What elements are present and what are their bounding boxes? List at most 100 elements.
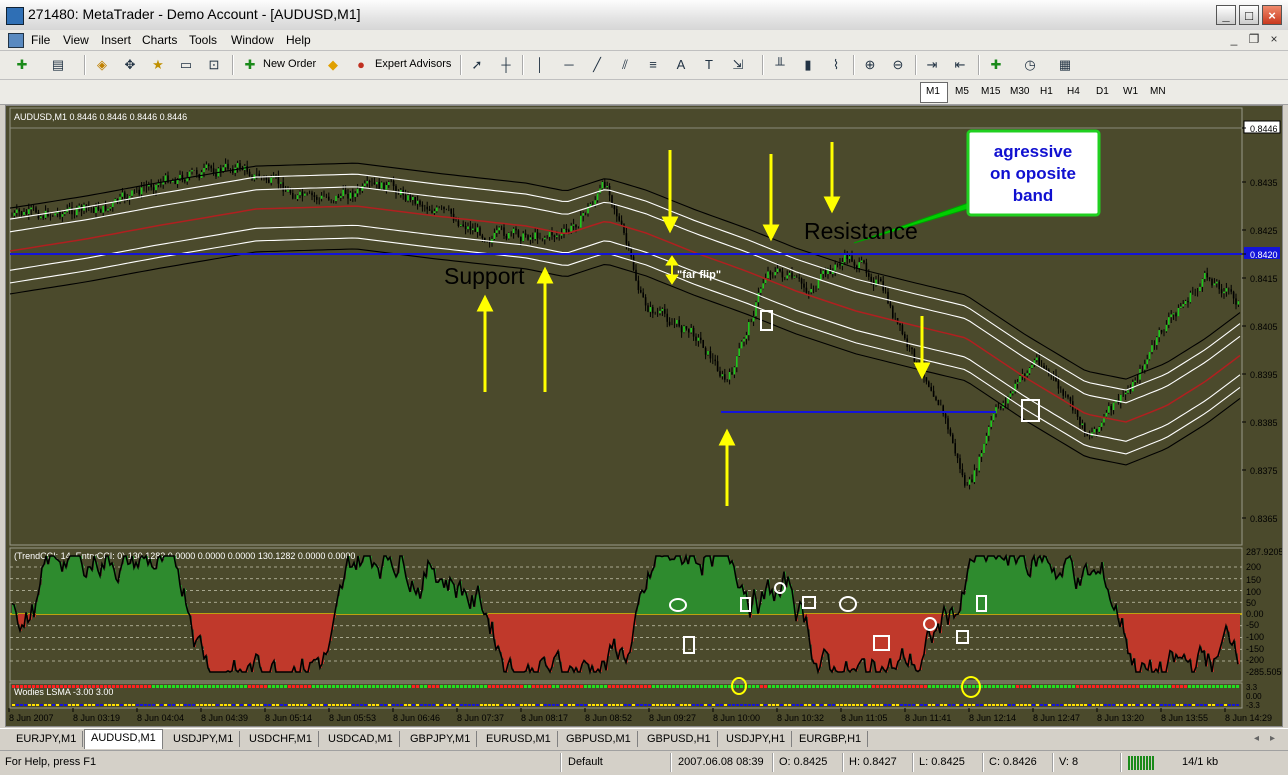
cci-histogram-bar xyxy=(158,558,160,614)
child-window-icon[interactable] xyxy=(8,33,24,48)
tab-scroll-right-icon[interactable]: ▸ xyxy=(1270,733,1275,744)
period-h1[interactable]: H1 xyxy=(1040,86,1053,97)
crosshair-icon[interactable]: ┼ xyxy=(496,55,516,75)
tab-gbpjpy-m1[interactable]: GBPJPY,M1 xyxy=(404,731,477,747)
zoom-in-icon[interactable]: ⊕ xyxy=(860,55,880,75)
period-mn[interactable]: MN xyxy=(1150,86,1166,97)
lsma-dot xyxy=(360,685,363,688)
candle-body xyxy=(904,334,906,338)
terminal-icon[interactable]: ▭ xyxy=(176,55,196,75)
cursor-icon[interactable]: ➚ xyxy=(467,55,487,75)
price-axis[interactable]: 0.84460.84350.84250.84200.84150.84050.83… xyxy=(1242,121,1280,524)
mdi-restore-icon[interactable]: ❐ xyxy=(1246,32,1262,46)
chart-shift-icon[interactable]: ⇤ xyxy=(950,55,970,75)
profiles-icon[interactable]: ▤ xyxy=(48,55,68,75)
menu-help[interactable]: Help xyxy=(286,33,311,47)
tab-eurjpy-m1[interactable]: EURJPY,M1 xyxy=(10,731,83,747)
period-h4[interactable]: H4 xyxy=(1067,86,1080,97)
data-window-icon[interactable]: ✥ xyxy=(120,55,140,75)
resistance-label: Resistance xyxy=(804,218,918,244)
cci-histogram-bar xyxy=(990,556,992,614)
chart-window[interactable]: AUDUSD,M1 0.8446 0.8446 0.8446 0.8446 xyxy=(5,105,1283,727)
close-button[interactable]: × xyxy=(1262,5,1282,25)
candle-body xyxy=(683,326,685,332)
new-order-icon[interactable]: ✚ xyxy=(240,55,260,75)
menu-view[interactable]: View xyxy=(63,33,89,47)
cci-histogram-bar xyxy=(696,563,698,614)
vertical-line-icon[interactable]: │ xyxy=(530,55,550,75)
lsma-bottom-dot xyxy=(156,704,159,706)
trendline-icon[interactable]: ╱ xyxy=(587,55,607,75)
lsma-dot xyxy=(840,685,843,688)
minimize-button[interactable]: _ xyxy=(1216,5,1236,25)
candle-body xyxy=(770,271,772,274)
cci-histogram-bar xyxy=(672,559,674,614)
lsma-bottom-dot xyxy=(252,704,255,706)
zoom-out-icon[interactable]: ⊖ xyxy=(888,55,908,75)
maximize-button[interactable]: □ xyxy=(1239,5,1259,25)
cci-histogram-bar xyxy=(306,614,308,672)
tab-gbpusd-h1[interactable]: GBPUSD,H1 xyxy=(641,731,718,747)
lsma-bottom-dot xyxy=(572,704,575,706)
templates-icon[interactable]: ▦ xyxy=(1055,55,1075,75)
lsma-bottom-dot xyxy=(1048,704,1051,706)
text-icon[interactable]: A xyxy=(671,55,691,75)
fibonacci-icon[interactable]: ≡ xyxy=(643,55,663,75)
expert-advisors-icon[interactable]: ● xyxy=(351,55,371,75)
mdi-close-icon[interactable]: × xyxy=(1266,32,1282,46)
tab-usdjpy-h1[interactable]: USDJPY,H1 xyxy=(720,731,792,747)
auto-scroll-icon[interactable]: ⇥ xyxy=(922,55,942,75)
tab-audusd-m1[interactable]: AUDUSD,M1 xyxy=(84,729,163,749)
menu-charts[interactable]: Charts xyxy=(142,33,177,47)
mdi-minimize-icon[interactable]: _ xyxy=(1226,32,1242,46)
candle-body xyxy=(630,248,632,257)
period-w1[interactable]: W1 xyxy=(1123,86,1138,97)
arrows-icon[interactable]: ⇲ xyxy=(728,55,748,75)
menu-window[interactable]: Window xyxy=(231,33,274,47)
indicators-icon[interactable]: ✚ xyxy=(986,55,1006,75)
tab-eurgbp-h1[interactable]: EURGBP,H1 xyxy=(793,731,868,747)
candle-body xyxy=(1235,298,1237,304)
horizontal-line-icon[interactable]: ─ xyxy=(559,55,579,75)
tab-usdjpy-m1[interactable]: USDJPY,M1 xyxy=(167,731,240,747)
period-m15[interactable]: M15 xyxy=(981,86,1000,97)
tab-eurusd-m1[interactable]: EURUSD,M1 xyxy=(480,731,558,747)
tab-scroll-left-icon[interactable]: ◂ xyxy=(1254,733,1259,744)
market-watch-icon[interactable]: ◈ xyxy=(92,55,112,75)
period-m5[interactable]: M5 xyxy=(955,86,969,97)
strategy-tester-icon[interactable]: ⊡ xyxy=(204,55,224,75)
candle-body xyxy=(386,185,388,190)
cci-axis[interactable]: 287.9205200150100500.00-50-100-150-200-2… xyxy=(1246,547,1282,677)
metaeditor-icon[interactable]: ◆ xyxy=(323,55,343,75)
lsma-bottom-dot xyxy=(1000,704,1003,706)
expert-advisors-button[interactable]: Expert Advisors xyxy=(375,58,451,70)
menu-tools[interactable]: Tools xyxy=(189,33,217,47)
candle-body xyxy=(1079,417,1081,425)
candle-body xyxy=(1012,391,1014,393)
new-order-button[interactable]: New Order xyxy=(263,58,316,70)
lsma-dot xyxy=(488,685,491,688)
period-m30[interactable]: M30 xyxy=(1010,86,1029,97)
candlesticks-icon[interactable]: ▮ xyxy=(798,55,818,75)
new-chart-icon[interactable]: ✚ xyxy=(12,55,32,75)
text-label-icon[interactable]: T xyxy=(699,55,719,75)
periods-icon[interactable]: ◷ xyxy=(1020,55,1040,75)
cci-histogram-bar xyxy=(614,614,616,639)
lsma-dot xyxy=(272,685,275,688)
cci-histogram-bar xyxy=(1154,614,1156,672)
candle-body xyxy=(407,195,409,200)
navigator-icon[interactable]: ★ xyxy=(148,55,168,75)
equidistant-channel-icon[interactable]: ⫽ xyxy=(615,55,635,75)
bar-chart-icon[interactable]: ╨ xyxy=(770,55,790,75)
tab-usdchf-m1[interactable]: USDCHF,M1 xyxy=(243,731,319,747)
menu-insert[interactable]: Insert xyxy=(101,33,131,47)
period-d1[interactable]: D1 xyxy=(1096,86,1109,97)
line-chart-icon[interactable]: ⌇ xyxy=(826,55,846,75)
tab-gbpusd-m1[interactable]: GBPUSD,M1 xyxy=(560,731,638,747)
lsma-dot xyxy=(308,685,311,688)
cci-histogram-bar xyxy=(660,556,662,614)
period-m1[interactable]: M1 xyxy=(926,86,940,97)
metatrader-app-icon[interactable] xyxy=(6,7,24,25)
menu-file[interactable]: File xyxy=(31,33,50,47)
tab-usdcad-m1[interactable]: USDCAD,M1 xyxy=(322,731,400,747)
